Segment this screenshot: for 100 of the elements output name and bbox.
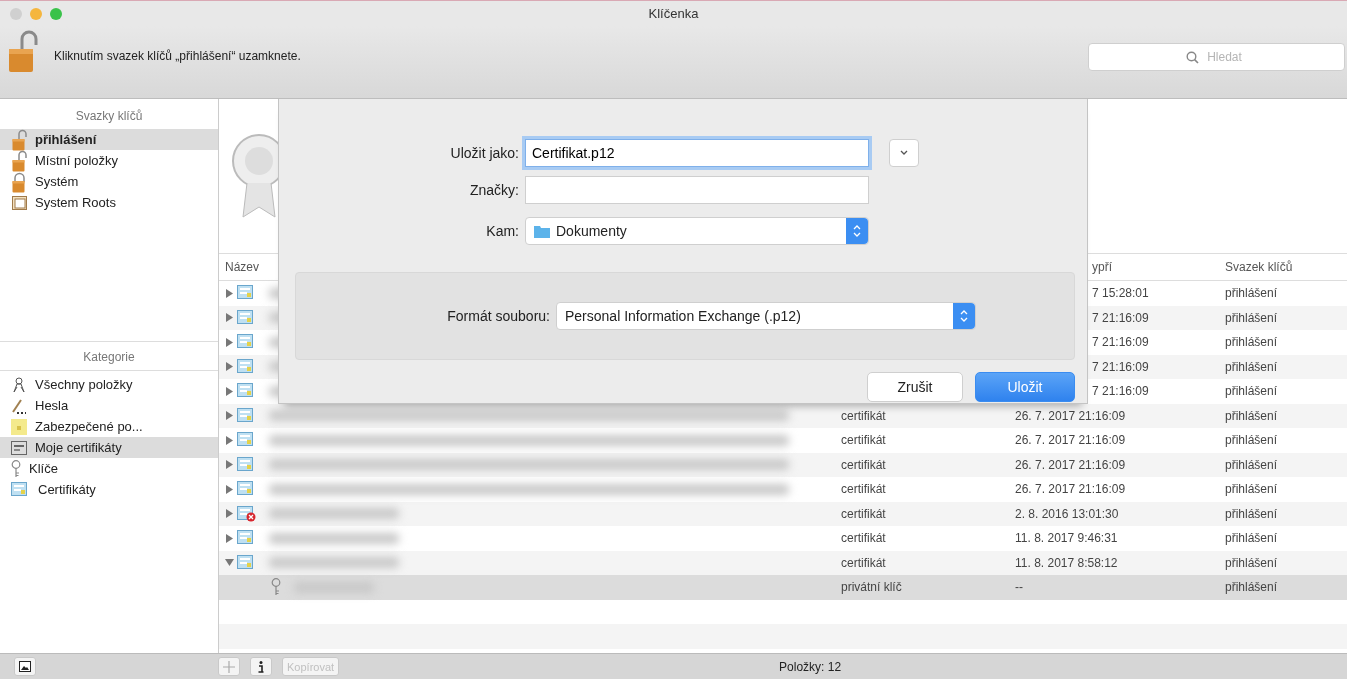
table-cell: přihlášení [1225, 335, 1278, 350]
table-cell: privátní klíč [841, 580, 902, 595]
certificate-icon [237, 481, 256, 498]
table-cell: 11. 8. 2017 9:46:31 [1015, 531, 1118, 546]
certificate-icon [237, 456, 256, 473]
table-row[interactable]: certifikát 26. 7. 2017 21:16:09 přihlášení [219, 403, 1347, 428]
category-item[interactable]: Klíče [0, 458, 218, 479]
table-cell: certifikát [841, 506, 886, 521]
table-cell: 26. 7. 2017 21:16:09 [1015, 433, 1126, 448]
open-padlock-icon [12, 128, 27, 151]
table-cell: přihlášení [1225, 359, 1278, 374]
chevron-down-icon [900, 150, 908, 155]
category-item[interactable]: Moje certifikáty [0, 437, 218, 458]
table-cell: certifikát [841, 531, 886, 546]
section-heading: Kategorie [0, 341, 218, 371]
note-icon [11, 418, 27, 435]
category-item[interactable]: Certifikáty [0, 479, 218, 500]
item-count-text: Položky: 12 [779, 659, 842, 674]
table-cell: přihlášení [1225, 531, 1278, 546]
field-label: Uložit jako: [449, 144, 520, 161]
table-cell: 26. 7. 2017 21:16:09 [1015, 457, 1126, 472]
info-icon [258, 660, 264, 673]
disclosure-triangle-icon[interactable] [225, 411, 234, 421]
disclosure-triangle-icon[interactable] [225, 362, 234, 372]
table-row[interactable]: certifikát 26. 7. 2017 21:16:09 přihlášení [219, 452, 1347, 477]
folder-icon [534, 224, 550, 238]
disclosure-triangle-icon[interactable] [225, 386, 234, 396]
keychain-item[interactable]: System Roots [0, 192, 218, 213]
location-popup[interactable]: Dokumenty [525, 217, 869, 245]
table-row[interactable]: certifikát 11. 8. 2017 8:58:12 přihlášení [219, 550, 1347, 575]
file-name-field[interactable]: Certifikat.p12 [525, 138, 869, 167]
disclosure-triangle-down-icon[interactable] [225, 558, 234, 568]
section-heading: Svazky klíčů [74, 108, 144, 125]
invalid-certificate-icon [237, 505, 256, 522]
table-cell: přihlášení [1225, 286, 1278, 301]
certificate-icon [237, 407, 256, 424]
keychain-item[interactable]: přihlášení [0, 129, 218, 150]
table-cell: 7 21:16:09 [1092, 384, 1149, 399]
table-cell: přihlášení [1225, 580, 1278, 595]
disclosure-triangle-icon[interactable] [225, 533, 234, 543]
window-title: Klíčenka [648, 6, 699, 21]
certificate-icon [237, 309, 256, 326]
format-popup[interactable]: Personal Information Exchange (.p12) [556, 302, 976, 330]
table-cell: 2. 8. 2016 13:01:30 [1015, 506, 1119, 521]
category-item[interactable]: Zabezpečené po... [0, 416, 218, 437]
table-cell: 7 21:16:09 [1092, 359, 1149, 374]
disclosure-triangle-icon[interactable] [225, 337, 234, 347]
table-cell: 26. 7. 2017 21:16:09 [1015, 408, 1126, 423]
stepper-arrows-icon [960, 310, 968, 322]
cancel-button[interactable]: Zrušit [867, 372, 963, 402]
field-label: Značky: [469, 181, 520, 198]
category-item[interactable]: Všechny položky [0, 374, 218, 395]
column-header[interactable]: Název [225, 260, 259, 274]
table-cell: přihlášení [1225, 457, 1278, 472]
disclosure-triangle-icon[interactable] [225, 288, 234, 298]
table-cell: certifikát [841, 555, 886, 570]
certificate-icon [237, 383, 256, 400]
pen-icon [11, 397, 27, 414]
padlock-icon [12, 170, 27, 193]
table-cell: přihlášení [1225, 506, 1278, 521]
key-icon [271, 578, 281, 597]
table-cell: přihlášení [1225, 433, 1278, 448]
table-row[interactable]: certifikát 2. 8. 2016 13:01:30 přihlášení [219, 501, 1347, 526]
disclosure-triangle-icon[interactable] [225, 313, 234, 323]
tags-field[interactable] [525, 175, 869, 204]
picture-icon [19, 661, 31, 672]
table-cell: certifikát [841, 433, 886, 448]
disclosure-triangle-icon[interactable] [225, 435, 234, 445]
table-cell: přihlášení [1225, 555, 1278, 570]
search-field[interactable]: Hledat [1088, 43, 1345, 71]
category-item[interactable]: Hesla [0, 395, 218, 416]
table-cell: certifikát [841, 457, 886, 472]
table-row[interactable]: privátní klíč -- přihlášení [219, 575, 1347, 600]
open-padlock-icon [8, 29, 38, 73]
disclosure-triangle-icon[interactable] [225, 460, 234, 470]
table-cell: 7 15:28:01 [1092, 286, 1149, 301]
table-cell: 7 21:16:09 [1092, 335, 1149, 350]
certificate-icon [237, 285, 256, 302]
field-label: Formát souboru: [446, 308, 551, 324]
certificate-icon [11, 481, 30, 498]
keychain-item[interactable]: Systém [0, 171, 218, 192]
column-header[interactable]: Svazek klíčů [1225, 260, 1293, 274]
table-cell: 7 21:16:09 [1092, 310, 1149, 325]
keychain-item[interactable]: Místní položky [0, 150, 218, 171]
people-icon [11, 376, 27, 393]
table-cell: přihlášení [1225, 384, 1278, 399]
lock-hint-text: Kliknutím svazek klíčů „přihlášení“ uzamknete. [54, 49, 302, 63]
table-cell: certifikát [841, 482, 886, 497]
column-header[interactable]: ypří [1092, 260, 1112, 274]
table-cell: 26. 7. 2017 21:16:09 [1015, 482, 1126, 497]
disclosure-triangle-icon[interactable] [225, 509, 234, 519]
cabinet-icon [12, 195, 27, 210]
table-cell: certifikát [841, 408, 886, 423]
open-padlock-icon [12, 149, 27, 172]
certificate-icon [237, 358, 256, 375]
disclosure-triangle-icon[interactable] [225, 484, 234, 494]
info-button[interactable] [250, 657, 272, 676]
preview-toggle-button[interactable] [14, 657, 36, 676]
table-cell: 11. 8. 2017 8:58:12 [1015, 555, 1118, 570]
stepper-arrows-icon [853, 225, 861, 237]
